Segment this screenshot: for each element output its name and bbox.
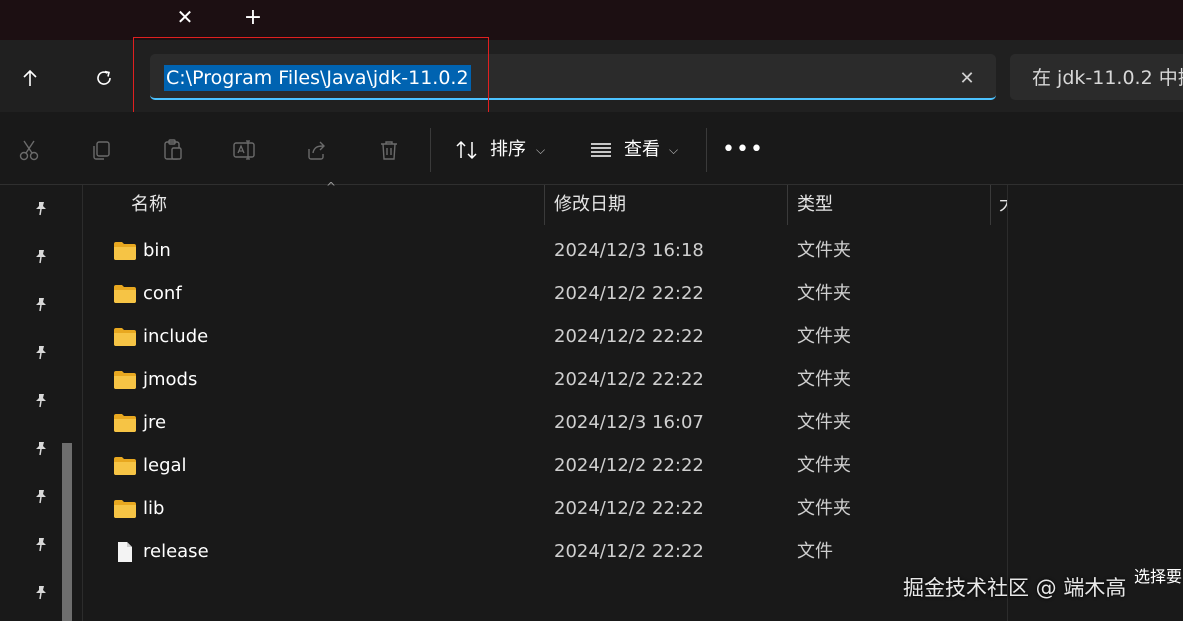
file-modified-date: 2024/12/2 22:22 bbox=[554, 498, 704, 519]
file-row[interactable]: bin 2024/12/3 16:18 文件夹 bbox=[100, 230, 1000, 273]
pin-icon[interactable] bbox=[31, 390, 51, 410]
file-modified-date: 2024/12/3 16:18 bbox=[554, 240, 704, 261]
folder-icon bbox=[113, 326, 137, 348]
watermark: 掘金技术社区 @ 端木高 bbox=[903, 576, 1127, 600]
column-divider[interactable] bbox=[990, 185, 991, 225]
sort-label[interactable]: 排序 bbox=[490, 137, 526, 163]
view-label[interactable]: 查看 bbox=[624, 137, 660, 163]
file-row[interactable]: release 2024/12/2 22:22 文件 bbox=[100, 531, 1000, 574]
file-name[interactable]: conf bbox=[143, 281, 182, 307]
pin-icon[interactable] bbox=[31, 582, 51, 602]
navigation-scrollbar[interactable] bbox=[62, 443, 72, 621]
pin-icon[interactable] bbox=[31, 438, 51, 458]
sort-ascending-icon: ^ bbox=[326, 180, 337, 194]
more-options-button[interactable]: ••• bbox=[722, 134, 763, 164]
rename-icon[interactable] bbox=[228, 133, 262, 167]
column-header-size[interactable]: 大 bbox=[999, 192, 1007, 218]
chevron-down-icon[interactable]: ⌵ bbox=[536, 137, 545, 163]
file-row[interactable]: legal 2024/12/2 22:22 文件夹 bbox=[100, 445, 1000, 488]
details-pane bbox=[1008, 185, 1183, 621]
share-icon[interactable] bbox=[300, 133, 334, 167]
file-row[interactable]: lib 2024/12/2 22:22 文件夹 bbox=[100, 488, 1000, 531]
file-row[interactable]: jre 2024/12/3 16:07 文件夹 bbox=[100, 402, 1000, 445]
clear-address-icon[interactable]: ✕ bbox=[954, 65, 980, 91]
up-arrow-icon[interactable] bbox=[14, 62, 46, 94]
file-type: 文件夹 bbox=[797, 455, 851, 476]
refresh-icon[interactable] bbox=[88, 62, 120, 94]
file-row[interactable]: include 2024/12/2 22:22 文件夹 bbox=[100, 316, 1000, 359]
command-separator bbox=[430, 128, 431, 172]
copy-icon[interactable] bbox=[84, 133, 118, 167]
file-type: 文件 bbox=[797, 541, 833, 562]
file-name[interactable]: legal bbox=[143, 453, 187, 479]
file-name[interactable]: release bbox=[143, 539, 209, 565]
folder-icon bbox=[113, 498, 137, 520]
file-name[interactable]: lib bbox=[143, 496, 164, 522]
file-row[interactable]: jmods 2024/12/2 22:22 文件夹 bbox=[100, 359, 1000, 402]
file-type: 文件夹 bbox=[797, 240, 851, 261]
file-icon bbox=[113, 541, 137, 563]
close-tab-icon[interactable]: ✕ bbox=[172, 4, 198, 30]
delete-icon[interactable] bbox=[372, 133, 406, 167]
sort-icon[interactable] bbox=[450, 133, 484, 167]
file-name[interactable]: include bbox=[143, 324, 208, 350]
folder-icon bbox=[113, 455, 137, 477]
column-header-name[interactable]: 名称 bbox=[131, 192, 167, 218]
details-pane-hint: 选择要 bbox=[1134, 567, 1183, 586]
column-header-type[interactable]: 类型 bbox=[797, 192, 833, 218]
file-type: 文件夹 bbox=[797, 283, 851, 304]
file-modified-date: 2024/12/2 22:22 bbox=[554, 455, 704, 476]
search-placeholder[interactable]: 在 jdk-11.0.2 中搜 bbox=[1032, 65, 1183, 91]
column-divider[interactable] bbox=[787, 185, 788, 225]
pin-icon[interactable] bbox=[31, 294, 51, 314]
column-header-modified[interactable]: 修改日期 bbox=[554, 192, 626, 218]
view-icon[interactable] bbox=[584, 133, 618, 167]
pin-icon[interactable] bbox=[31, 198, 51, 218]
new-tab-icon[interactable]: + bbox=[240, 4, 266, 30]
file-modified-date: 2024/12/2 22:22 bbox=[554, 283, 704, 304]
folder-icon bbox=[113, 369, 137, 391]
column-divider[interactable] bbox=[544, 185, 545, 225]
folder-icon bbox=[113, 283, 137, 305]
folder-icon bbox=[113, 240, 137, 262]
file-type: 文件夹 bbox=[797, 369, 851, 390]
pin-icon[interactable] bbox=[31, 246, 51, 266]
pin-icon[interactable] bbox=[31, 534, 51, 554]
file-name[interactable]: bin bbox=[143, 238, 171, 264]
pin-icon[interactable] bbox=[31, 486, 51, 506]
chevron-down-icon[interactable]: ⌵ bbox=[669, 137, 678, 163]
cut-icon[interactable] bbox=[12, 133, 46, 167]
pane-divider bbox=[82, 185, 83, 621]
file-modified-date: 2024/12/2 22:22 bbox=[554, 369, 704, 390]
command-separator bbox=[706, 128, 707, 172]
file-type: 文件夹 bbox=[797, 412, 851, 433]
file-name[interactable]: jmods bbox=[143, 367, 197, 393]
pin-icon[interactable] bbox=[31, 342, 51, 362]
file-row[interactable]: conf 2024/12/2 22:22 文件夹 bbox=[100, 273, 1000, 316]
file-name[interactable]: jre bbox=[143, 410, 166, 436]
file-type: 文件夹 bbox=[797, 326, 851, 347]
file-modified-date: 2024/12/2 22:22 bbox=[554, 541, 704, 562]
file-modified-date: 2024/12/2 22:22 bbox=[554, 326, 704, 347]
folder-icon bbox=[113, 412, 137, 434]
file-modified-date: 2024/12/3 16:07 bbox=[554, 412, 704, 433]
paste-icon[interactable] bbox=[156, 133, 190, 167]
file-type: 文件夹 bbox=[797, 498, 851, 519]
